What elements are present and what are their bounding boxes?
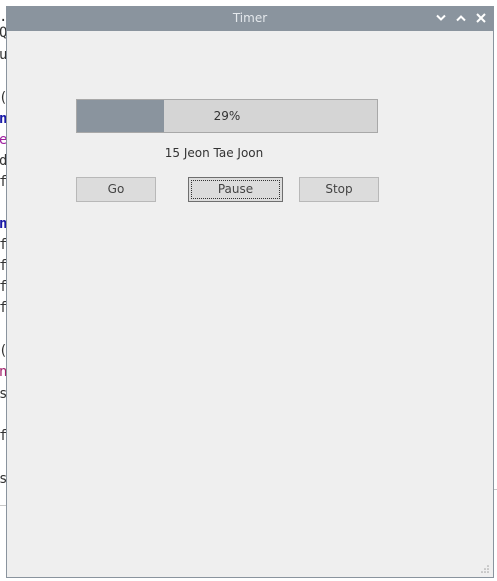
stop-button[interactable]: Stop <box>299 177 379 202</box>
chevron-up-icon <box>456 15 466 22</box>
pause-button-label: Pause <box>217 182 254 196</box>
close-button[interactable] <box>474 11 488 25</box>
go-button[interactable]: Go <box>76 177 156 202</box>
timer-window: Timer 29% 15 Jeon Tae Joon Go Pause Stop <box>6 6 494 578</box>
chevron-down-icon <box>436 14 446 21</box>
maximize-button[interactable] <box>454 11 468 25</box>
title-bar[interactable]: Timer <box>7 6 493 31</box>
status-label: 15 Jeon Tae Joon <box>164 146 264 160</box>
close-icon <box>476 13 486 23</box>
minimize-button[interactable] <box>434 11 448 25</box>
progress-bar: 29% <box>76 99 378 133</box>
progress-text: 29% <box>213 109 241 123</box>
window-title: Timer <box>232 11 268 25</box>
pause-button[interactable]: Pause <box>188 177 283 202</box>
resize-grip-icon[interactable] <box>480 564 490 574</box>
